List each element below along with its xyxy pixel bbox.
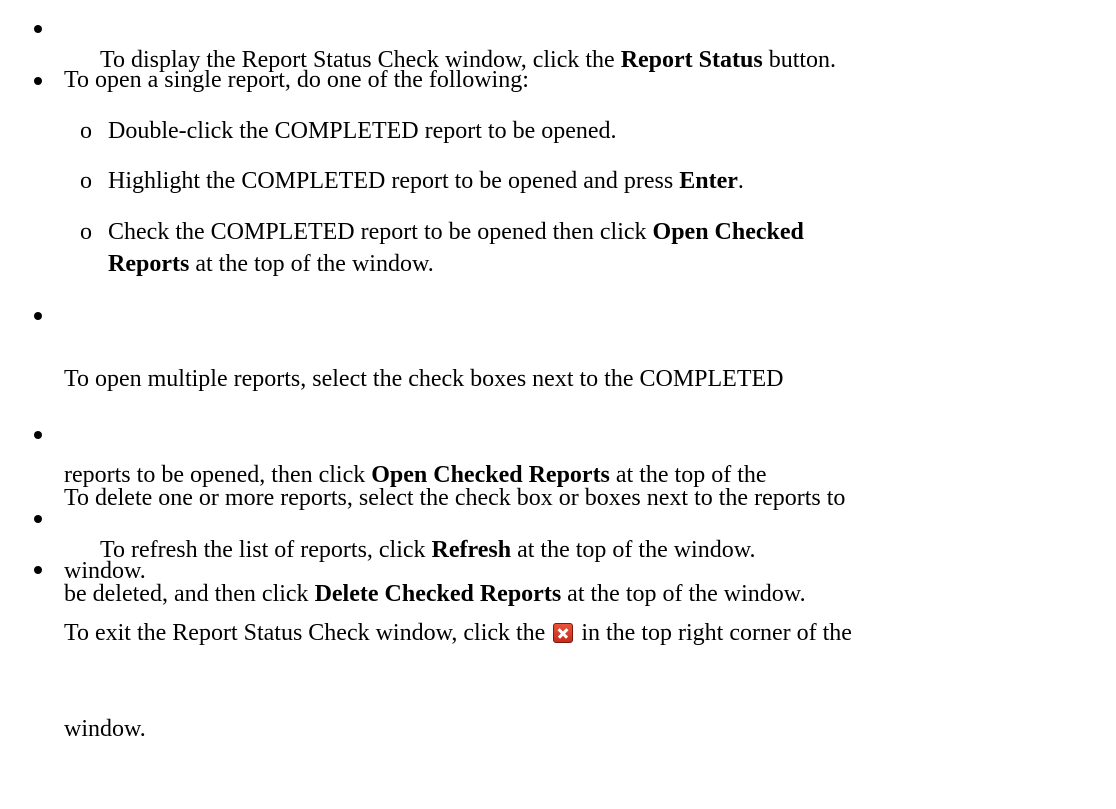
sub-marker: o [80, 118, 92, 144]
text: in the top right corner of the [575, 620, 852, 646]
bullet-icon [34, 431, 42, 439]
text: To open a single report, do one of the f… [64, 67, 529, 93]
bullet-icon [34, 566, 42, 574]
bullet-icon [34, 25, 42, 33]
sub-marker: o [80, 168, 92, 194]
text: at the top of the window. [189, 251, 434, 277]
text: Check the COMPLETED report to be opened … [108, 219, 653, 245]
text: To exit the Report Status Check window, … [64, 620, 552, 646]
text: Double-click the COMPLETED report to be … [108, 118, 617, 144]
bold-term: Enter [679, 168, 738, 194]
bold-term: Open Checked [652, 219, 804, 245]
text: . [737, 168, 744, 194]
text: Highlight the COMPLETED report to be ope… [108, 168, 680, 194]
text: To open multiple reports, select the che… [64, 366, 784, 392]
sub-marker: o [80, 219, 92, 245]
close-icon [553, 623, 574, 643]
text: window. [64, 716, 146, 742]
bullet-icon [34, 77, 42, 85]
bullet-icon [34, 515, 42, 523]
bold-term: Reports [108, 251, 190, 277]
bullet-icon [34, 312, 42, 320]
